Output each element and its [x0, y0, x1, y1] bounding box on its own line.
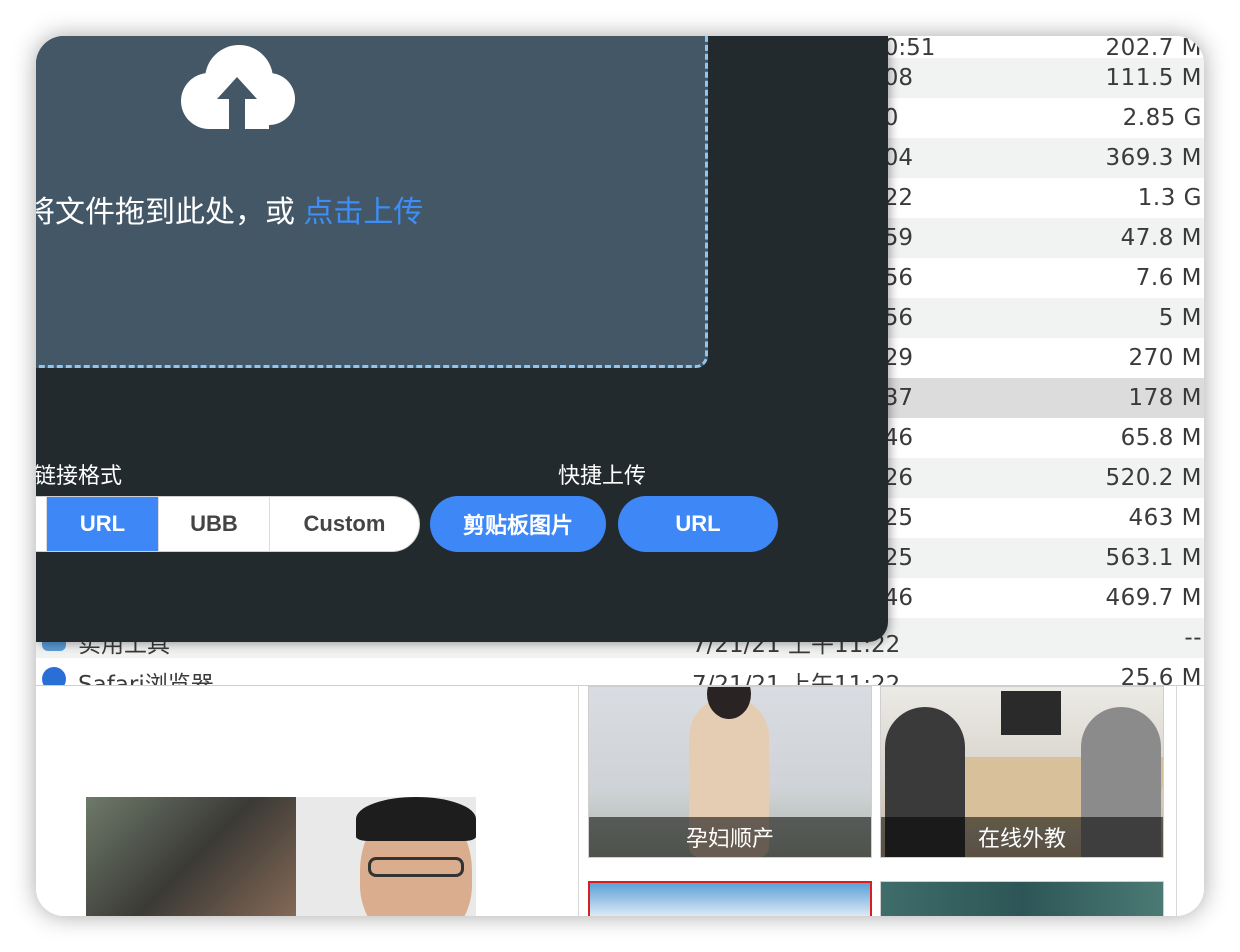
portrait-photo [296, 797, 476, 916]
file-size: 563.1 M [1105, 545, 1202, 571]
ad-tile-sky[interactable] [588, 881, 872, 916]
portrait-hair [356, 797, 476, 841]
crowd-photo [86, 797, 296, 916]
clipboard-image-upload-button[interactable]: 剪贴板图片 [430, 496, 606, 552]
column-divider [1176, 686, 1177, 916]
file-size: 270 M [1128, 345, 1202, 371]
ad-tile-online-tutor[interactable]: 在线外教 [880, 686, 1164, 858]
link-format-segmented-control[interactable]: URL UBB Custom [36, 496, 420, 552]
ad-tile-aerial[interactable] [880, 881, 1164, 916]
drop-hint-text: 将文件拖到此处，或 [36, 196, 304, 229]
quick-upload-label: 快捷上传 [558, 463, 647, 488]
file-size: 369.3 M [1105, 145, 1202, 171]
monitor-shape [1001, 691, 1061, 735]
web-page-area: 孕妇顺产 在线外教 [36, 686, 1204, 916]
format-option-url[interactable]: URL [47, 497, 159, 551]
file-size: 7.6 M [1135, 265, 1202, 291]
file-size: -- [1184, 625, 1202, 651]
file-size: 178 M [1128, 385, 1202, 411]
safari-compass-icon [42, 667, 66, 685]
column-divider [578, 686, 579, 916]
url-upload-button[interactable]: URL [618, 496, 778, 552]
ad-tile-maternity[interactable]: 孕妇顺产 [588, 686, 872, 858]
file-size: 25.6 M [1120, 665, 1202, 686]
file-date: 7/21/21 上午11:22 [692, 672, 901, 686]
file-size: 2.85 G [1122, 105, 1202, 131]
format-option-hidden[interactable] [36, 497, 47, 551]
format-option-ubb[interactable]: UBB [159, 497, 270, 551]
file-size: 5 M [1158, 305, 1202, 331]
file-size: 1.3 G [1137, 185, 1202, 211]
file-size: 111.5 M [1105, 65, 1202, 91]
file-size: 463 M [1128, 505, 1202, 531]
upload-panel: 将文件拖到此处，或 点击上传 链接格式 快捷上传 URL UBB Custom … [36, 36, 888, 642]
upload-dropzone[interactable]: 将文件拖到此处，或 点击上传 [36, 36, 708, 368]
file-size: 520.2 M [1105, 465, 1202, 491]
file-size: 47.8 M [1120, 225, 1202, 251]
tile-caption: 在线外教 [881, 817, 1163, 857]
file-size: 65.8 M [1120, 425, 1202, 451]
file-name: Safari浏览器 [78, 672, 214, 686]
file-size: 469.7 M [1105, 585, 1202, 611]
click-upload-link[interactable]: 点击上传 [303, 196, 423, 229]
file-row-safari[interactable]: Safari浏览器 7/21/21 上午11:22 25.6 M [36, 658, 1204, 686]
dropzone-instructions: 将文件拖到此处，或 点击上传 [36, 187, 423, 231]
portrait-glasses [368, 857, 464, 877]
cloud-upload-icon [181, 45, 295, 131]
tile-caption: 孕妇顺产 [589, 817, 871, 857]
format-option-custom[interactable]: Custom [270, 497, 419, 551]
news-photo[interactable] [86, 797, 476, 916]
link-format-label: 链接格式 [36, 463, 123, 488]
screenshot-frame: :0:51 202.7 M :08 111.5 M :0 2.85 G :04 … [36, 36, 1204, 916]
